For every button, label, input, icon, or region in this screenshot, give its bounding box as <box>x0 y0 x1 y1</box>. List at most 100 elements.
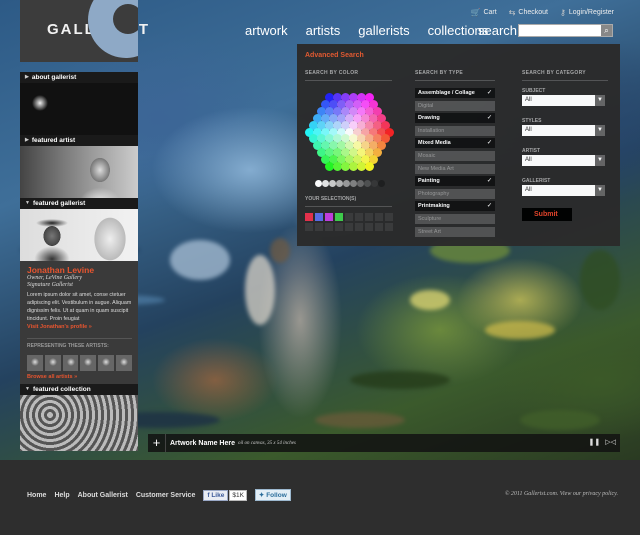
artist-thumbnail[interactable] <box>27 355 43 371</box>
check-icon: ✓ <box>486 90 492 96</box>
featured-artist-image[interactable] <box>20 146 138 198</box>
featured-gallerist-header[interactable]: ▼ featured gallerist <box>20 198 138 209</box>
pause-icon[interactable]: ❚❚ <box>588 438 600 446</box>
twitter-follow-button[interactable]: ✦ Follow <box>254 489 291 501</box>
represented-artists <box>27 355 132 371</box>
selection-swatch[interactable] <box>325 213 333 221</box>
type-option[interactable]: Printmaking ✓ <box>415 201 495 212</box>
type-list: Assemblage / Collage ✓ Digital Drawing ✓ Inst… <box>415 88 495 239</box>
gallerist-select[interactable]: All ▼ <box>522 185 605 196</box>
artist-select[interactable]: All ▼ <box>522 155 605 166</box>
subject-select[interactable]: All ▼ <box>522 95 605 106</box>
chevron-right-icon: ▶ <box>25 74 29 80</box>
utility-nav: 🛒 Cart ⇆ Checkout ⚷ Login/Register <box>471 8 614 17</box>
footer-nav: Home Help About Gallerist Customer Servi… <box>27 489 291 501</box>
selection-swatch <box>345 213 353 221</box>
about-gallerist-header[interactable]: ▶ about gallerist <box>20 72 138 83</box>
selection-swatch[interactable] <box>335 213 343 221</box>
category-filters: SUBJECT All ▼ STYLES All ▼ ARTIST All ▼ GAL… <box>522 88 608 221</box>
about-gallerist-image[interactable] <box>20 83 138 135</box>
color-picker[interactable] <box>304 88 394 188</box>
category-heading: SEARCH BY CATEGORY <box>522 70 586 76</box>
selection-swatch <box>355 213 363 221</box>
selection-swatch <box>305 223 313 231</box>
chevron-down-icon: ▼ <box>595 95 605 106</box>
selections-heading: YOUR SELECTION(S) <box>305 196 357 202</box>
type-option[interactable]: Assemblage / Collage ✓ <box>415 88 495 98</box>
artist-thumbnail[interactable] <box>62 355 79 371</box>
key-icon: ⚷ <box>560 8 566 17</box>
chevron-down-icon: ▼ <box>25 386 30 392</box>
search-button[interactable]: ⌕ <box>601 25 612 36</box>
color-heading: SEARCH BY COLOR <box>305 70 359 76</box>
like-count: $1K <box>229 489 247 501</box>
selection-swatch <box>385 213 393 221</box>
gallerist-label: GALLERIST <box>522 178 551 184</box>
featured-artist-header[interactable]: ▶ featured artist <box>20 135 138 146</box>
login-link[interactable]: ⚷ Login/Register <box>560 8 614 17</box>
check-icon: ✓ <box>486 178 492 185</box>
type-option[interactable]: Mosaic <box>415 150 495 161</box>
nav-artwork[interactable]: artwork <box>245 23 288 38</box>
chevron-down-icon: ▼ <box>25 200 30 206</box>
advanced-search-title: Advanced Search <box>305 52 364 59</box>
footer-about-link[interactable]: About Gallerist <box>78 492 128 499</box>
type-option[interactable]: Sculpture <box>415 213 495 224</box>
type-option[interactable]: Drawing ✓ <box>415 113 495 124</box>
featured-collection-header[interactable]: ▼ featured collection <box>20 384 138 395</box>
artist-thumbnail[interactable] <box>116 355 132 371</box>
chevron-down-icon: ▼ <box>595 125 605 136</box>
selection-swatch <box>335 223 343 231</box>
submit-button[interactable]: Submit <box>522 208 572 221</box>
checkout-link[interactable]: ⇆ Checkout <box>509 8 548 17</box>
color-selections <box>305 213 393 231</box>
cart-icon: 🛒 <box>470 8 481 17</box>
gallerist-badge: Signature Gallerist <box>27 282 73 288</box>
check-icon: ✓ <box>486 115 492 122</box>
browse-artists-link[interactable]: Browse all artists » <box>27 374 132 380</box>
search-icon: ⌕ <box>604 26 609 35</box>
checkout-icon: ⇆ <box>508 8 516 17</box>
artwork-meta: oil on canvas, 35 x 54 inches <box>237 440 296 446</box>
footer-help-link[interactable]: Help <box>54 492 69 499</box>
sidebar: ▶ about gallerist ▶ featured artist ▼ featu… <box>20 72 138 451</box>
selection-swatch <box>385 223 393 231</box>
styles-label: STYLES <box>522 118 542 124</box>
chevron-down-icon: ▼ <box>595 155 605 166</box>
gallerist-name[interactable]: Jonathan Levine <box>27 265 132 275</box>
type-option[interactable]: Street Art <box>415 226 495 237</box>
type-option[interactable]: New Media Art <box>415 163 495 174</box>
cart-link[interactable]: 🛒 Cart <box>471 8 497 17</box>
type-option[interactable]: Painting ✓ <box>415 176 495 187</box>
footer-home-link[interactable]: Home <box>27 492 46 499</box>
selection-swatch <box>315 223 323 231</box>
selection-swatch[interactable] <box>305 213 313 221</box>
footer-customer-service-link[interactable]: Customer Service <box>136 492 196 499</box>
type-option[interactable]: Digital <box>415 100 495 111</box>
expand-icon[interactable]: + <box>148 434 166 452</box>
nav-artists[interactable]: artists <box>306 23 341 38</box>
check-icon: ✓ <box>486 140 492 147</box>
artist-thumbnail[interactable] <box>44 355 61 371</box>
search-input[interactable] <box>518 24 613 37</box>
visit-profile-link[interactable]: Visit Jonathan's profile » <box>27 324 132 330</box>
artist-thumbnail[interactable] <box>98 355 115 371</box>
selection-swatch[interactable] <box>315 213 323 221</box>
featured-gallerist-image[interactable] <box>20 209 138 261</box>
selection-swatch <box>355 223 363 231</box>
subject-label: SUBJECT <box>522 88 546 94</box>
search-label: search: <box>478 23 521 38</box>
facebook-like-button[interactable]: f Like <box>203 489 229 501</box>
artist-thumbnail[interactable] <box>80 355 97 371</box>
selection-swatch <box>375 213 383 221</box>
styles-select[interactable]: All ▼ <box>522 125 605 136</box>
artwork-name[interactable]: Artwork Name Here <box>170 440 235 447</box>
type-option[interactable]: Mixed Media ✓ <box>415 138 495 149</box>
type-option[interactable]: Photography <box>415 188 495 199</box>
artist-label: ARTIST <box>522 148 541 154</box>
type-option[interactable]: Installation <box>415 125 495 136</box>
nav-gallerists[interactable]: gallerists <box>358 23 409 38</box>
next-icon[interactable]: ▷◁ <box>605 438 616 446</box>
featured-collection-image[interactable] <box>20 395 138 451</box>
selection-swatch <box>365 213 373 221</box>
